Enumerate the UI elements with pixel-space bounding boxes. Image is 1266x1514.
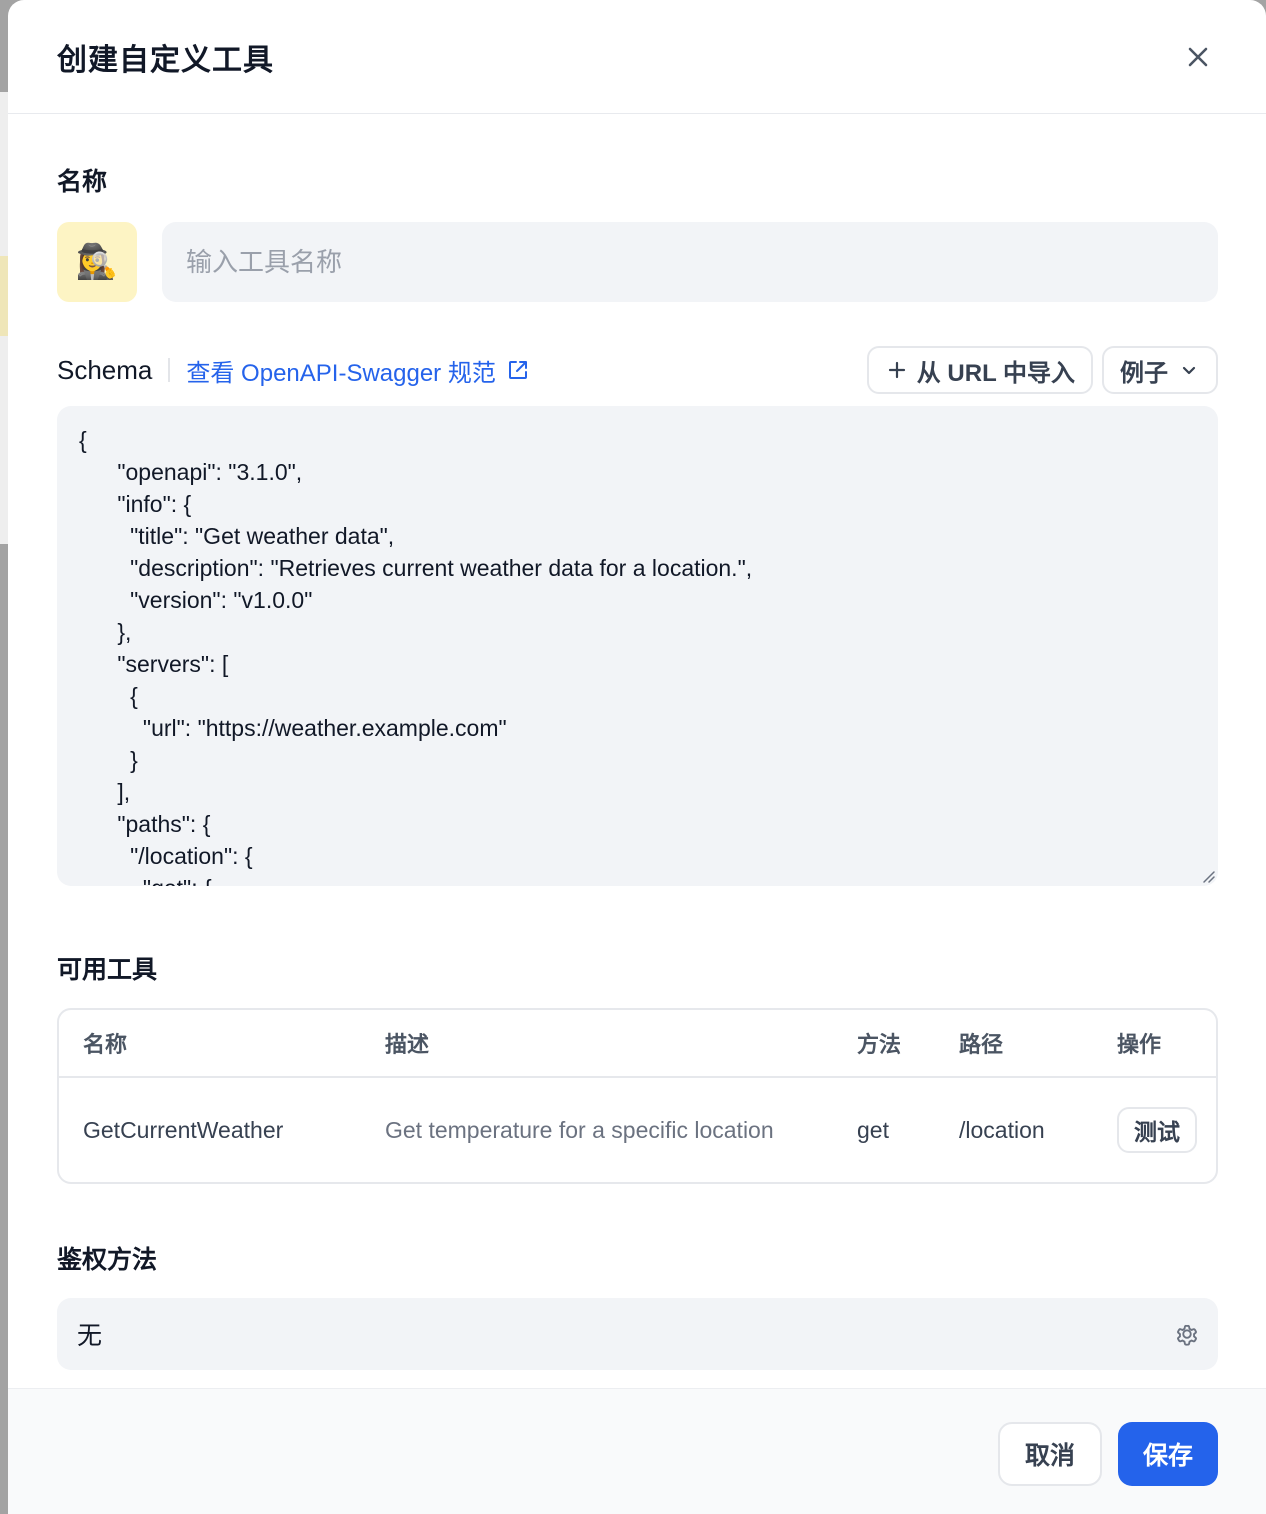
modal-footer: 取消 保存 bbox=[8, 1388, 1266, 1514]
auth-method-selector[interactable]: 无 bbox=[57, 1298, 1218, 1370]
openapi-spec-link[interactable]: 查看 OpenAPI-Swagger 规范 bbox=[186, 353, 529, 388]
test-button[interactable]: 测试 bbox=[1117, 1107, 1197, 1153]
table-header: 名称 描述 方法 路径 操作 bbox=[59, 1010, 1216, 1078]
schema-editor[interactable]: { "openapi": "3.1.0", "info": { "title":… bbox=[57, 406, 1218, 886]
save-button[interactable]: 保存 bbox=[1118, 1422, 1218, 1486]
tool-name-cell: GetCurrentWeather bbox=[83, 1116, 284, 1143]
create-custom-tool-modal: 创建自定义工具 名称 🕵️‍♀️ Schema 查看 OpenAPI-Swagg… bbox=[8, 0, 1266, 1514]
divider bbox=[168, 358, 171, 382]
modal-body: 名称 🕵️‍♀️ Schema 查看 OpenAPI-Swagger 规范 bbox=[8, 162, 1266, 1370]
chevron-down-icon bbox=[1182, 366, 1196, 375]
name-label: 名称 bbox=[57, 168, 108, 196]
column-header-method: 方法 bbox=[857, 1032, 902, 1057]
tool-description-cell: Get temperature for a specific location bbox=[385, 1117, 774, 1143]
plus-icon bbox=[888, 361, 905, 379]
resize-handle-icon[interactable] bbox=[1200, 868, 1216, 884]
column-header-path: 路径 bbox=[959, 1032, 1004, 1057]
detective-emoji-icon: 🕵️‍♀️ bbox=[75, 243, 119, 281]
column-header-action: 操作 bbox=[1117, 1032, 1162, 1057]
available-tools-table: 名称 描述 方法 路径 操作 GetCurrentWeather Get tem… bbox=[57, 1008, 1218, 1184]
import-from-url-button[interactable]: 从 URL 中导入 bbox=[866, 346, 1093, 394]
schema-code: { "openapi": "3.1.0", "info": { "title":… bbox=[79, 427, 753, 886]
cancel-button[interactable]: 取消 bbox=[998, 1422, 1102, 1486]
tool-emoji-picker[interactable]: 🕵️‍♀️ bbox=[57, 222, 137, 302]
tool-name-input[interactable] bbox=[162, 222, 1218, 302]
table-row: GetCurrentWeather Get temperature for a … bbox=[59, 1078, 1216, 1182]
column-header-name: 名称 bbox=[83, 1032, 128, 1057]
schema-row: Schema 查看 OpenAPI-Swagger 规范 从 URL 中导入 例… bbox=[57, 346, 1218, 394]
available-tools-label: 可用工具 bbox=[57, 956, 158, 984]
examples-dropdown-label: 例子 bbox=[1120, 359, 1168, 387]
tool-path-cell: /location bbox=[959, 1116, 1045, 1143]
tool-method-cell: get bbox=[857, 1116, 889, 1143]
close-icon bbox=[1188, 47, 1208, 66]
external-link-icon bbox=[508, 361, 527, 379]
column-header-description: 描述 bbox=[385, 1032, 430, 1057]
close-button[interactable] bbox=[1182, 41, 1214, 73]
schema-label: Schema bbox=[57, 354, 153, 385]
openapi-spec-link-text: 查看 OpenAPI-Swagger 规范 bbox=[186, 359, 496, 387]
examples-dropdown[interactable]: 例子 bbox=[1102, 346, 1218, 394]
auth-method-value: 无 bbox=[77, 1322, 103, 1350]
modal-title: 创建自定义工具 bbox=[57, 43, 274, 77]
name-row: 🕵️‍♀️ bbox=[57, 222, 1218, 302]
modal-header: 创建自定义工具 bbox=[8, 0, 1266, 114]
tool-action-cell: 测试 bbox=[1117, 1107, 1216, 1153]
auth-method-label: 鉴权方法 bbox=[57, 1246, 158, 1274]
import-from-url-label: 从 URL 中导入 bbox=[916, 359, 1075, 387]
gear-icon[interactable] bbox=[1172, 1319, 1202, 1349]
